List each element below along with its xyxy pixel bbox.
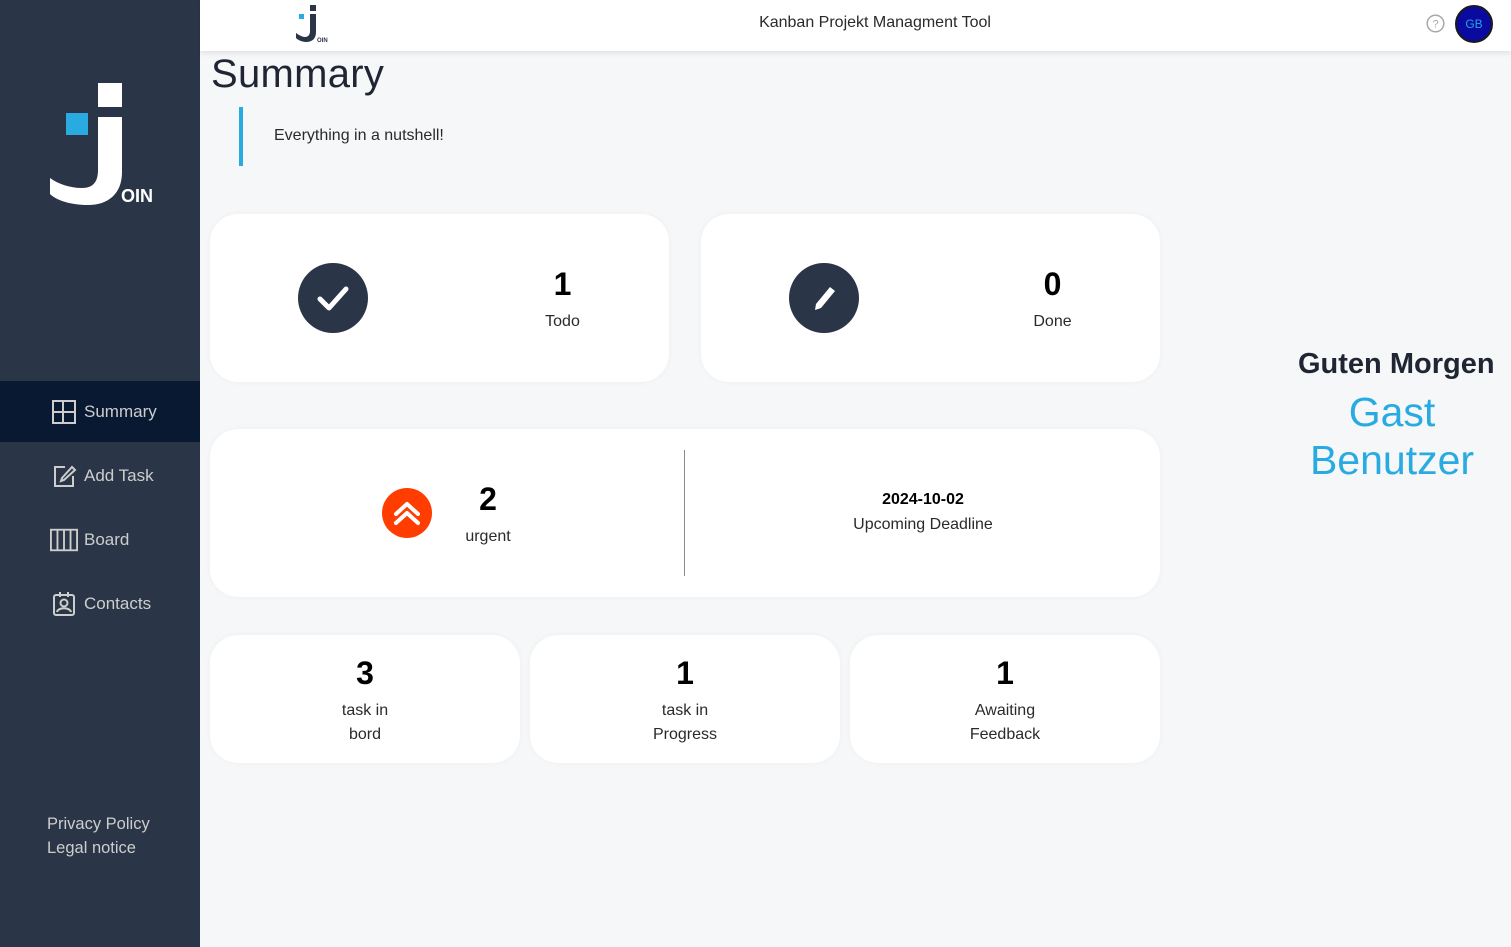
top-header: OIN Kanban Projekt Managment Tool ? GB — [200, 0, 1511, 51]
urgent-deadline-card[interactable]: 2 urgent 2024-10-02 Upcoming Deadline — [210, 429, 1160, 597]
urgent-count: 2 — [479, 481, 497, 517]
awaiting-feedback-label-line2: Feedback — [969, 726, 1041, 743]
awaiting-feedback-label-line1: Awaiting — [974, 702, 1036, 719]
tasks-in-progress-label-line1: task in — [661, 702, 709, 719]
sidebar-item-label: Contacts — [84, 593, 152, 613]
urgent-label: urgent — [465, 528, 511, 545]
greeting-name-line2: Benutzer — [1309, 437, 1475, 483]
todo-count: 1 — [553, 266, 572, 302]
greeting-user-name: Gast Benutzer — [1280, 388, 1504, 484]
card-divider — [684, 450, 685, 576]
join-logo-icon: OIN — [50, 83, 153, 206]
sidebar-item-summary[interactable]: Summary — [0, 381, 200, 442]
summary-icon — [50, 398, 78, 426]
legal-notice-link[interactable]: Legal notice — [47, 836, 150, 860]
edit-square-icon — [50, 462, 78, 490]
user-avatar[interactable]: GB — [1455, 5, 1493, 43]
board-icon — [50, 526, 78, 554]
pencil-icon — [789, 263, 859, 333]
greeting-text: Guten Morgen — [1298, 348, 1495, 380]
tagline-accent-bar — [239, 107, 243, 166]
app-title: Kanban Projekt Managment Tool — [759, 14, 991, 31]
sidebar-item-add-task[interactable]: Add Task — [0, 445, 200, 506]
todo-card[interactable]: 1 Todo — [210, 214, 669, 382]
tasks-in-board-label-line1: task in — [341, 702, 389, 719]
deadline-date: 2024-10-02 — [882, 491, 964, 508]
page-title: Summary — [211, 52, 385, 96]
tasks-in-board-label-line2: bord — [348, 726, 382, 743]
awaiting-feedback-card[interactable]: 1 Awaiting Feedback — [850, 635, 1160, 763]
awaiting-feedback-count: 1 — [996, 655, 1014, 691]
tasks-in-progress-count: 1 — [676, 655, 694, 691]
header-logo-oin-text: OIN — [317, 38, 328, 44]
greeting-name-line1: Gast — [1348, 389, 1436, 435]
sidebar-footer: Privacy Policy Legal notice — [47, 812, 150, 860]
sidebar-nav: Summary Add Task Board Contacts — [0, 381, 200, 637]
tasks-in-board-card[interactable]: 3 task in bord — [210, 635, 520, 763]
tasks-in-board-count: 3 — [356, 655, 374, 691]
tasks-in-progress-card[interactable]: 1 task in Progress — [530, 635, 840, 763]
sidebar-item-board[interactable]: Board — [0, 509, 200, 570]
tasks-in-progress-label-line2: Progress — [652, 726, 718, 743]
deadline-label: Upcoming Deadline — [853, 516, 993, 533]
logo-oin-text: OIN — [121, 186, 153, 206]
done-label: Done — [1033, 313, 1072, 330]
sidebar-item-contacts[interactable]: Contacts — [0, 573, 200, 634]
sidebar: OIN Summary Add Task Board Contacts Priv… — [0, 0, 200, 947]
sidebar-item-label: Summary — [84, 401, 157, 421]
contacts-icon — [50, 590, 78, 618]
privacy-policy-link[interactable]: Privacy Policy — [47, 812, 150, 836]
page-tagline: Everything in a nutshell! — [274, 127, 444, 144]
question-circle-icon[interactable]: ? — [1426, 14, 1445, 33]
sidebar-item-label: Board — [84, 529, 130, 549]
sidebar-item-label: Add Task — [84, 465, 154, 485]
done-count: 0 — [1043, 266, 1062, 302]
svg-text:?: ? — [1432, 19, 1438, 31]
urgent-priority-icon — [382, 488, 432, 538]
todo-label: Todo — [545, 313, 580, 330]
done-card[interactable]: 0 Done — [701, 214, 1160, 382]
check-icon — [298, 263, 368, 333]
join-logo[interactable]: OIN — [48, 82, 158, 207]
